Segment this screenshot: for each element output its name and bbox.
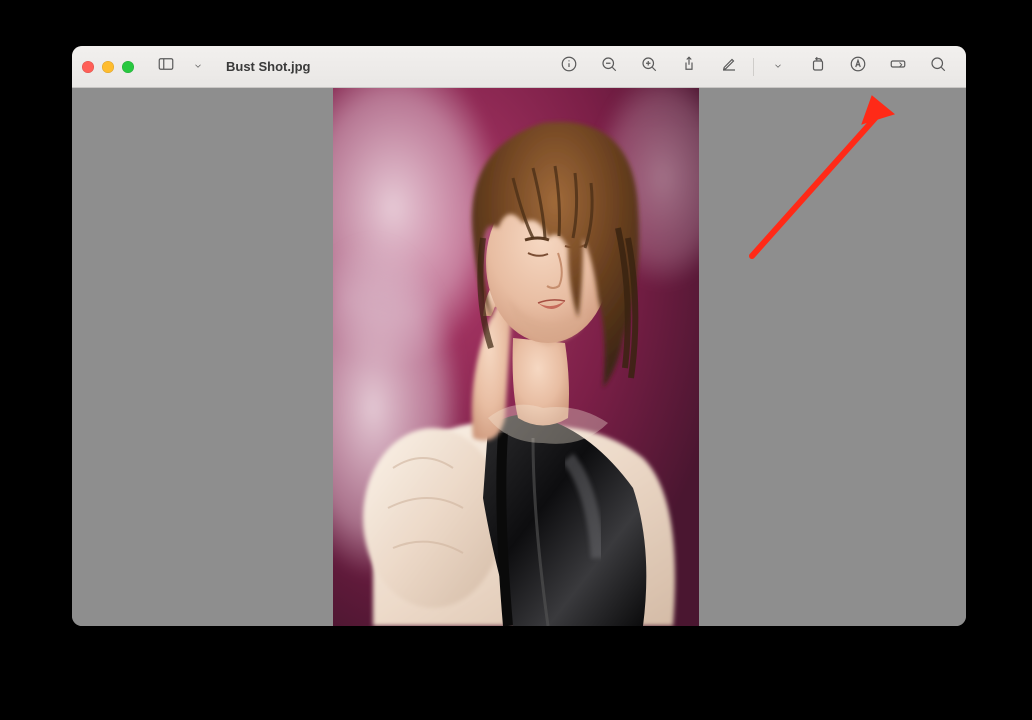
form-field-icon — [889, 55, 907, 78]
zoom-in-button[interactable] — [631, 53, 667, 81]
image-canvas[interactable] — [333, 88, 699, 626]
zoom-button[interactable] — [122, 61, 134, 73]
separator — [753, 58, 754, 76]
zoom-out-icon — [600, 55, 618, 78]
document-title: Bust Shot.jpg — [226, 59, 311, 74]
rotate-button[interactable] — [800, 53, 836, 81]
minimize-button[interactable] — [102, 61, 114, 73]
share-button[interactable] — [671, 53, 707, 81]
window-controls — [82, 61, 134, 73]
edit-menu-button[interactable] — [760, 53, 796, 81]
preview-window: Bust Shot.jpg — [72, 46, 966, 626]
sidebar-menu-button[interactable] — [180, 53, 216, 81]
sidebar-toggle-group — [148, 53, 216, 81]
sidebar-toggle-button[interactable] — [148, 53, 184, 81]
content-area — [72, 88, 966, 626]
info-button[interactable] — [551, 53, 587, 81]
info-icon — [560, 55, 578, 78]
chevron-down-icon — [193, 58, 203, 76]
zoom-out-button[interactable] — [591, 53, 627, 81]
zoom-in-icon — [640, 55, 658, 78]
chevron-down-icon — [773, 58, 783, 76]
search-icon — [929, 55, 947, 78]
pencil-icon — [720, 55, 738, 78]
share-icon — [680, 55, 698, 78]
form-field-button[interactable] — [880, 53, 916, 81]
rotate-icon — [809, 55, 827, 78]
toolbar-actions — [551, 53, 956, 81]
edit-button[interactable] — [711, 53, 747, 81]
sidebar-icon — [157, 55, 175, 78]
photo-illustration — [333, 88, 699, 626]
markup-icon — [849, 55, 867, 78]
close-button[interactable] — [82, 61, 94, 73]
search-button[interactable] — [920, 53, 956, 81]
toolbar: Bust Shot.jpg — [72, 46, 966, 88]
markup-button[interactable] — [840, 53, 876, 81]
